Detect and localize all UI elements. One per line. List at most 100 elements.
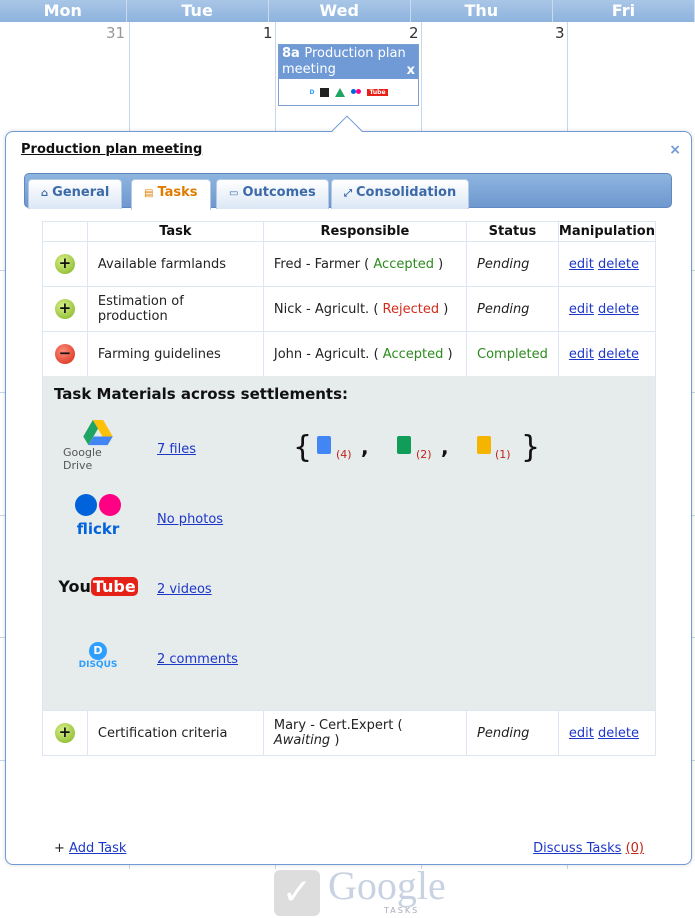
task-icon: ▤ (144, 188, 154, 199)
flickr-row: flickr No photos (43, 490, 657, 550)
flickr-label: flickr (76, 520, 120, 538)
table-row: + Available farmlands Fred - Farmer ( Ac… (42, 241, 657, 287)
drive-label: Google Drive (63, 446, 102, 472)
event-close-button[interactable]: x (407, 63, 415, 79)
google-tasks-logo: ✓ Google TASKS (274, 863, 474, 918)
edit-link[interactable]: edit (569, 257, 594, 272)
drive-row: Google Drive 7 files { (4) , (2) , (1) } (43, 420, 657, 480)
table-row: + Estimation of production Nick - Agricu… (42, 286, 657, 332)
responsible-status: Accepted (382, 346, 444, 362)
responsible-name: Nick - Agricult. (273, 301, 370, 317)
flickr-icon (351, 88, 362, 96)
drive-files-link[interactable]: 7 files (157, 442, 196, 457)
delete-link[interactable]: delete (598, 347, 639, 362)
event-title: Production plan meeting (282, 46, 406, 77)
slides-count: (1) (495, 448, 511, 461)
date-31: 31 (106, 24, 126, 42)
edit-link[interactable]: edit (569, 302, 594, 317)
disqus-icon: D (89, 642, 107, 660)
responsible-name: John - Agricult. (273, 346, 370, 362)
disqus-icon: D (309, 88, 315, 96)
google-drive-logo: Google Drive (63, 420, 133, 472)
edit-link[interactable]: edit (569, 726, 594, 741)
disqus-row: D DISQUS 2 comments (43, 630, 657, 690)
header-task: Task (86, 221, 264, 242)
tab-bar: ⌂ General ▤ Tasks ▭ Outcomes ⤢ Consolidation (24, 173, 672, 210)
event-popup: Production plan meeting × ⌂ General ▤ Task… (5, 115, 692, 916)
task-name: Farming guidelines (86, 331, 264, 377)
day-fri: Fri (553, 0, 695, 22)
tab-consolidation[interactable]: ⤢ Consolidation (331, 179, 470, 209)
sheets-icon (397, 436, 411, 454)
tab-outcomes[interactable]: ▭ Outcomes (216, 179, 329, 209)
materials-heading: Task Materials across settlements: (54, 385, 349, 403)
tasks-panel: Task Responsible Status Manipulation + A… (24, 208, 672, 916)
delete-link[interactable]: delete (598, 257, 639, 272)
task-status: Completed (466, 331, 559, 377)
flickr-logo: flickr (63, 490, 133, 542)
expand-plus-icon[interactable]: + (54, 254, 75, 274)
responsible-name: Mary - Cert.Expert (273, 718, 394, 733)
flickr-photos-link[interactable]: No photos (157, 512, 223, 527)
tab-tasks[interactable]: ▤ Tasks (131, 179, 211, 210)
folder-icon: ▭ (229, 188, 239, 199)
task-name: Available farmlands (86, 241, 264, 287)
add-task-link[interactable]: Add Task (69, 841, 126, 856)
youtube-row: You Tube 2 videos (43, 560, 657, 620)
responsible-status: Awaiting (273, 733, 331, 748)
discuss-count[interactable]: (0) (626, 841, 644, 856)
youtube-icon: Tube (367, 88, 388, 96)
docs-count: (4) (336, 448, 352, 461)
popup-title: Production plan meeting (21, 142, 203, 157)
checkmark-icon: ✓ (274, 870, 320, 916)
table-row: − Farming guidelines John - Agricult. ( … (42, 331, 657, 377)
drive-icon (335, 87, 346, 97)
day-tue: Tue (127, 0, 269, 22)
add-task: + Add Task (54, 841, 127, 856)
day-mon: Mon (0, 0, 127, 22)
discuss-tasks-link[interactable]: Discuss Tasks (533, 841, 621, 856)
sheets-count: (2) (416, 448, 432, 461)
header-manipulation: Manipulation (557, 221, 657, 242)
youtube-label-tube: Tube (90, 576, 138, 596)
delete-link[interactable]: delete (598, 726, 639, 741)
disqus-label: DISQUS (78, 660, 118, 670)
day-thu: Thu (411, 0, 553, 22)
date-1: 1 (263, 24, 273, 42)
delete-link[interactable]: delete (598, 302, 639, 317)
task-status: Pending (466, 710, 559, 756)
google-word: Google (328, 863, 446, 908)
day-wed: Wed (269, 0, 411, 22)
tasks-word: TASKS (384, 906, 420, 915)
check-icon (320, 87, 330, 97)
event-service-icons: D Tube (279, 79, 418, 105)
youtube-videos-link[interactable]: 2 videos (157, 582, 212, 597)
calendar-event[interactable]: 8a Production plan meeting x D Tube (278, 44, 419, 106)
expand-plus-icon[interactable]: + (54, 299, 75, 319)
event-time: 8a (282, 46, 300, 61)
collapse-minus-icon[interactable]: − (54, 344, 75, 364)
close-icon[interactable]: × (669, 142, 681, 158)
disqus-comments-link[interactable]: 2 comments (157, 652, 238, 667)
responsible-status: Rejected (382, 301, 440, 317)
task-name: Certification criteria (86, 710, 264, 756)
slides-icon (477, 436, 491, 454)
home-icon: ⌂ (41, 188, 49, 199)
edit-link[interactable]: edit (569, 347, 594, 362)
table-row: + Certification criteria Mary - Cert.Exp… (42, 710, 657, 756)
discuss-tasks: Discuss Tasks (0) (533, 841, 644, 856)
task-status: Pending (466, 241, 559, 287)
header-status: Status (466, 221, 559, 242)
task-name: Estimation of production (86, 286, 264, 332)
responsible-name: Fred - Farmer (273, 256, 361, 272)
responsible-status: Accepted (373, 256, 434, 272)
tab-general[interactable]: ⌂ General (28, 179, 123, 209)
header-responsible: Responsible (262, 221, 468, 242)
task-status: Pending (466, 286, 559, 332)
disqus-logo: D DISQUS (63, 630, 133, 682)
date-2: 2 (409, 24, 419, 42)
youtube-logo: You Tube (58, 560, 138, 612)
youtube-label-you: You (58, 576, 91, 596)
expand-plus-icon[interactable]: + (54, 723, 75, 743)
expand-icon: ⤢ (344, 188, 352, 199)
